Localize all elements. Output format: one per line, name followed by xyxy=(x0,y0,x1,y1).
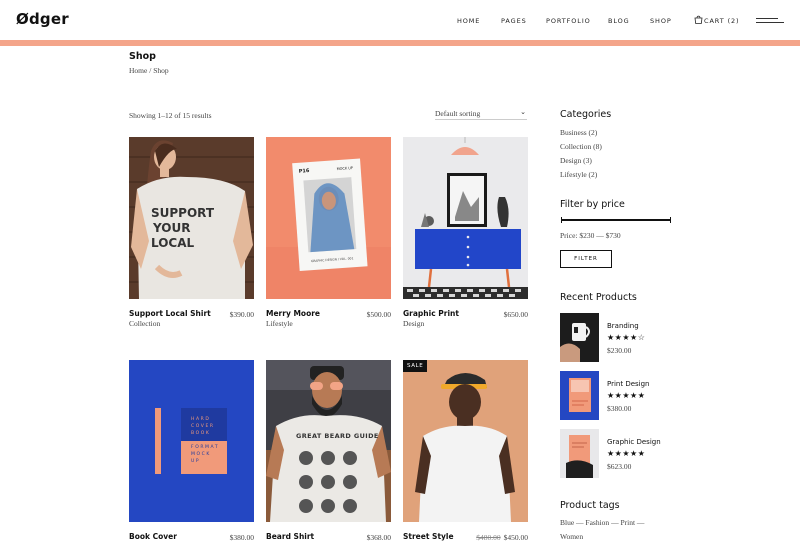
star-rating-icon: ★★★★★ xyxy=(607,449,646,458)
recent-products-title: Recent Products xyxy=(560,292,637,303)
category-link[interactable]: Business (2) xyxy=(560,128,597,137)
svg-text:A4: A4 xyxy=(191,437,200,443)
breadcrumb-current: Shop xyxy=(153,66,169,75)
product-name[interactable]: Merry Moore xyxy=(266,309,320,318)
product-image[interactable]: P16 MOCK UP GRAPHIC DESIGN / VOL. 001 xyxy=(266,137,391,299)
svg-text:FORMAT: FORMAT xyxy=(191,444,219,450)
product-tags: Blue — Fashion — Print — Women xyxy=(560,516,690,541)
nav-home[interactable]: HOME xyxy=(457,17,480,25)
star-rating-icon: ★★★★★ xyxy=(607,391,646,400)
product-name[interactable]: Book Cover xyxy=(129,532,177,541)
nav-cart[interactable]: CART (2) xyxy=(704,17,740,25)
svg-text:MOCK: MOCK xyxy=(191,451,211,457)
category-link[interactable]: Lifestyle (2) xyxy=(560,170,597,179)
recent-product-image[interactable] xyxy=(560,429,599,478)
price-slider-max-handle[interactable] xyxy=(670,217,671,223)
product-name[interactable]: Street Style xyxy=(403,532,454,541)
recent-product-name[interactable]: Graphic Design xyxy=(607,438,661,446)
category-link[interactable]: Design (3) xyxy=(560,156,592,165)
nav-shop[interactable]: SHOP xyxy=(650,17,672,25)
tag-separator: — xyxy=(635,518,645,527)
price-filter-title: Filter by price xyxy=(560,199,625,210)
cart-count: (2) xyxy=(727,17,740,25)
category-link[interactable]: Collection (8) xyxy=(560,142,602,151)
product-name[interactable]: Graphic Print xyxy=(403,309,459,318)
product-price: $480.00 $450.00 xyxy=(476,533,528,541)
product-category[interactable]: Lifestyle xyxy=(266,319,293,328)
breadcrumb: Home / Shop xyxy=(129,66,169,75)
recent-product-image[interactable] xyxy=(560,313,599,362)
price-range-label: Price: $230 — $730 xyxy=(560,231,621,240)
filter-button[interactable]: FILTER xyxy=(560,250,612,268)
site-logo[interactable]: Ødger xyxy=(16,10,69,28)
sort-value: Default sorting xyxy=(435,109,481,118)
price-slider[interactable] xyxy=(561,217,671,223)
price-slider-min-handle[interactable] xyxy=(561,217,562,223)
tag-separator: — xyxy=(574,518,586,527)
recent-product-name[interactable]: Print Design xyxy=(607,380,650,388)
sort-select[interactable]: Default sorting ⌄ xyxy=(435,108,527,120)
svg-text:YOUR: YOUR xyxy=(152,221,190,235)
product-price: $380.00 xyxy=(229,533,254,541)
recent-product-price: $623.00 xyxy=(607,462,632,471)
svg-text:COVER: COVER xyxy=(191,423,215,429)
product-price: $368.00 xyxy=(366,533,391,541)
product-price: $650.00 xyxy=(503,310,528,319)
categories-title: Categories xyxy=(560,109,612,120)
menu-toggle-icon[interactable] xyxy=(756,18,784,26)
price-slider-track xyxy=(561,219,671,221)
tag-separator: — xyxy=(609,518,621,527)
product-image[interactable] xyxy=(403,137,528,299)
svg-text:SUPPORT: SUPPORT xyxy=(151,206,215,220)
product-sale-price: $450.00 xyxy=(503,533,528,541)
cart-icon[interactable] xyxy=(694,15,703,24)
recent-product-name[interactable]: Branding xyxy=(607,322,639,330)
tag-link[interactable]: Women xyxy=(560,532,583,541)
product-category[interactable]: Design xyxy=(403,319,424,328)
svg-text:UP: UP xyxy=(191,458,200,464)
chevron-down-icon: ⌄ xyxy=(520,108,526,116)
product-name[interactable]: Beard Shirt xyxy=(266,532,314,541)
star-rating-icon: ★★★★☆ xyxy=(607,333,646,342)
nav-portfolio[interactable]: PORTFOLIO xyxy=(546,17,591,25)
sale-badge: SALE xyxy=(403,360,428,372)
page-title: Shop xyxy=(129,51,156,62)
product-name[interactable]: Support Local Shirt xyxy=(129,309,211,318)
product-price: $500.00 xyxy=(366,310,391,319)
product-tags-title: Product tags xyxy=(560,500,620,511)
svg-text:BOOK: BOOK xyxy=(191,430,210,436)
recent-product-price: $380.00 xyxy=(607,404,632,413)
product-image[interactable]: SALE xyxy=(403,360,528,522)
product-price: $390.00 xyxy=(229,310,254,319)
product-image[interactable]: HARD COVER BOOK A4 FORMAT MOCK UP xyxy=(129,360,254,522)
svg-text:HARD: HARD xyxy=(191,416,210,422)
tag-link[interactable]: Blue xyxy=(560,518,574,527)
nav-blog[interactable]: BLOG xyxy=(608,17,630,25)
product-image[interactable]: SUPPORT YOUR LOCAL xyxy=(129,137,254,299)
svg-text:GREAT BEARD GUIDE: GREAT BEARD GUIDE xyxy=(296,432,379,440)
svg-text:P16: P16 xyxy=(299,168,311,175)
nav-pages[interactable]: PAGES xyxy=(501,17,527,25)
breadcrumb-home-link[interactable]: Home xyxy=(129,66,147,75)
results-count: Showing 1–12 of 15 results xyxy=(129,111,212,120)
site-header: Ødger HOME PAGES PORTFOLIO BLOG SHOP CAR… xyxy=(0,0,800,42)
recent-product-price: $230.00 xyxy=(607,346,632,355)
tag-link[interactable]: Fashion xyxy=(585,518,609,527)
tag-link[interactable]: Print xyxy=(620,518,635,527)
product-image[interactable]: GREAT BEARD GUIDE xyxy=(266,360,391,522)
svg-text:LOCAL: LOCAL xyxy=(151,236,195,250)
recent-product-image[interactable] xyxy=(560,371,599,420)
hero-banner-strip xyxy=(0,40,800,46)
product-category[interactable]: Collection xyxy=(129,319,160,328)
cart-label: CART xyxy=(704,17,725,25)
product-old-price: $480.00 xyxy=(476,533,501,541)
